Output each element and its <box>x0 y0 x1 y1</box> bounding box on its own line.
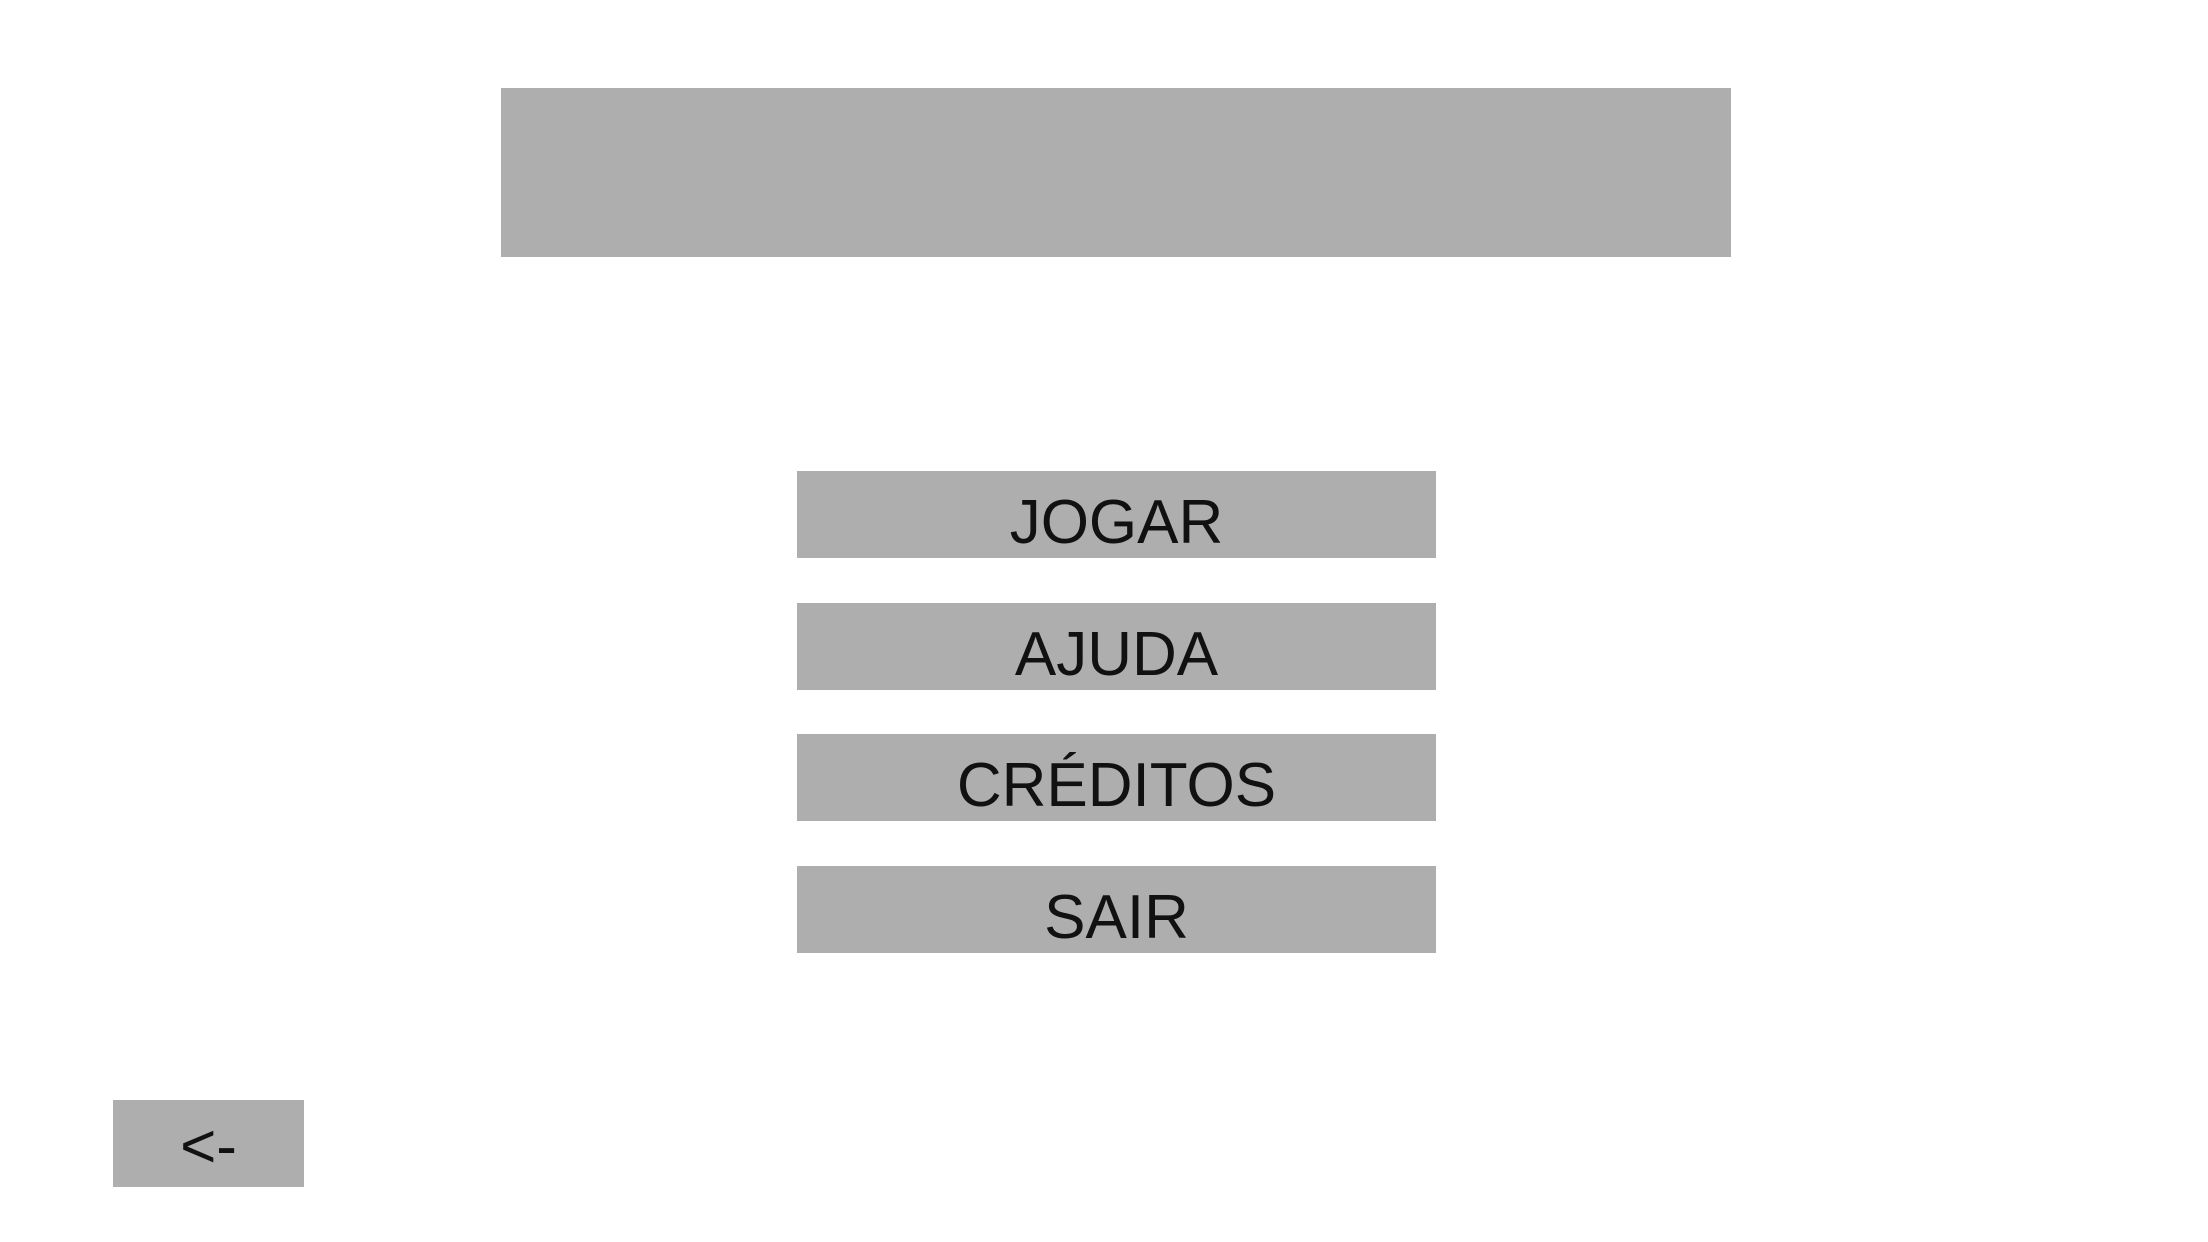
credits-button-label: CRÉDITOS <box>956 751 1277 820</box>
back-button[interactable]: <- <box>113 1100 304 1187</box>
help-button-label: AJUDA <box>1014 620 1219 689</box>
help-button[interactable]: AJUDA <box>797 603 1436 690</box>
exit-button-label: SAIR <box>1044 883 1189 952</box>
back-arrow-icon: <- <box>180 1111 237 1181</box>
exit-button[interactable]: SAIR <box>797 866 1436 953</box>
title-banner <box>501 88 1731 257</box>
play-button[interactable]: JOGAR <box>797 471 1436 558</box>
credits-button[interactable]: CRÉDITOS <box>797 734 1436 821</box>
play-button-label: JOGAR <box>1009 488 1224 557</box>
